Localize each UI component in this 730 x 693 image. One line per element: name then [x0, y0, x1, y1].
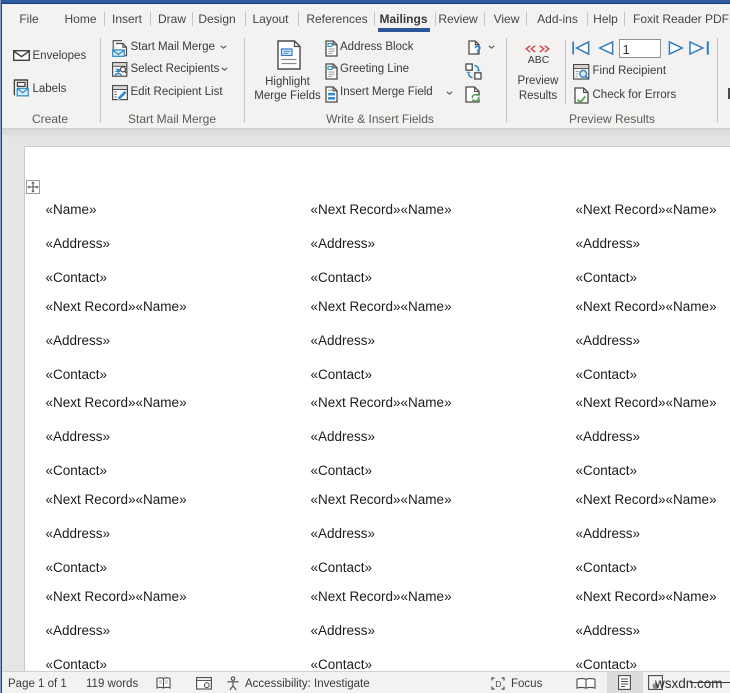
svg-text:?: ? — [474, 42, 481, 56]
svg-text:D: D — [495, 679, 501, 689]
